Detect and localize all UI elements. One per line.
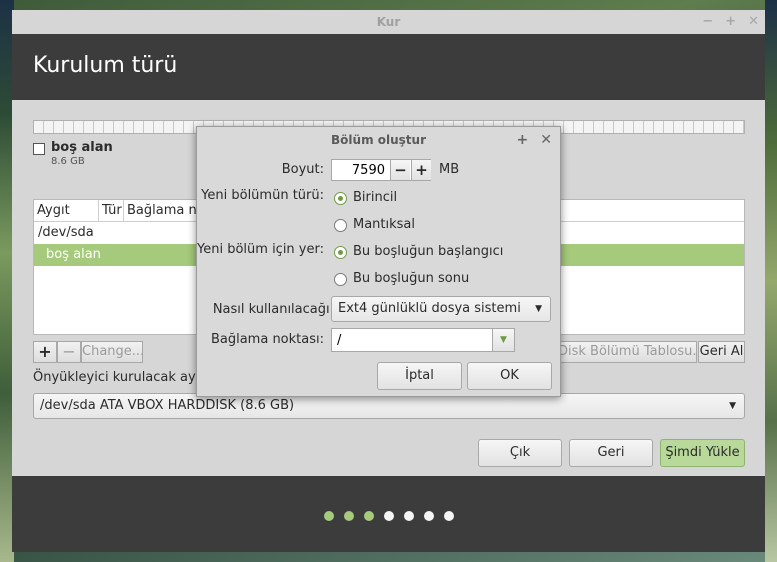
- change-partition-button[interactable]: Change...: [81, 341, 144, 363]
- new-partition-table-button[interactable]: Disk Bölümü Tablosu...: [557, 341, 697, 363]
- create-partition-dialog: Bölüm oluştur + ✕ Boyut: − + MB Yeni böl…: [196, 126, 561, 397]
- location-label: Yeni bölüm için yer:: [197, 242, 324, 257]
- dialog-title: Bölüm oluştur: [331, 133, 426, 147]
- progress-dot-pending: [443, 511, 454, 521]
- radio-unselected-icon: [334, 219, 347, 232]
- radio-location-start[interactable]: Bu boşluğun başlangıcı: [334, 244, 503, 259]
- minimize-icon[interactable]: −: [702, 10, 713, 34]
- progress-dot-completed: [343, 511, 354, 521]
- progress-dot-pending: [423, 511, 434, 521]
- column-header-device[interactable]: Aygıt: [34, 200, 99, 221]
- page-title: Kurulum türü: [33, 53, 178, 78]
- radio-logical-label: Mantıksal: [353, 217, 416, 232]
- window-titlebar[interactable]: Kur − + ✕: [12, 10, 765, 34]
- size-label: Boyut:: [281, 162, 324, 177]
- dialog-controls: + ✕: [517, 127, 552, 153]
- radio-selected-icon: [334, 246, 347, 259]
- mount-point-label: Bağlama noktası:: [210, 332, 324, 347]
- install-now-button[interactable]: Şimdi Yükle: [660, 439, 745, 467]
- legend-size: 8.6 GB: [51, 156, 85, 167]
- cancel-button[interactable]: İptal: [377, 362, 462, 390]
- progress-dot-pending: [383, 511, 394, 521]
- radio-unselected-icon: [334, 273, 347, 286]
- back-button[interactable]: Geri: [569, 439, 653, 467]
- radio-primary[interactable]: Birincil: [334, 190, 397, 205]
- progress-dot-pending: [403, 511, 414, 521]
- chevron-down-icon: ▼: [729, 401, 736, 411]
- radio-location-end[interactable]: Bu boşluğun sonu: [334, 271, 469, 286]
- ok-button[interactable]: OK: [467, 362, 552, 390]
- dialog-titlebar[interactable]: Bölüm oluştur + ✕: [197, 127, 560, 153]
- window-title: Kur: [376, 15, 401, 29]
- size-spinbox[interactable]: − +: [331, 159, 431, 181]
- footer: [12, 476, 765, 552]
- remove-partition-button[interactable]: −: [57, 341, 81, 363]
- filesystem-select[interactable]: Ext4 günlüklü dosya sistemi ▼: [331, 296, 551, 322]
- progress-dot-completed: [323, 511, 334, 521]
- mount-point-input[interactable]: [332, 329, 482, 351]
- maximize-icon[interactable]: +: [517, 127, 529, 153]
- radio-logical[interactable]: Mantıksal: [334, 217, 415, 232]
- close-icon[interactable]: ✕: [748, 10, 759, 34]
- close-icon[interactable]: ✕: [540, 127, 552, 153]
- chevron-down-icon: ▼: [535, 304, 542, 314]
- quit-button[interactable]: Çık: [478, 439, 562, 467]
- decrease-size-button[interactable]: −: [390, 160, 410, 180]
- radio-location-end-label: Bu boşluğun sonu: [353, 271, 470, 286]
- column-header-mount[interactable]: Bağlama no: [124, 200, 199, 221]
- progress-dots: [12, 510, 765, 525]
- maximize-icon[interactable]: +: [725, 10, 736, 34]
- page-header: Kurulum türü: [12, 34, 765, 100]
- radio-location-start-label: Bu boşluğun başlangıcı: [353, 244, 504, 259]
- bootloader-device-value: /dev/sda ATA VBOX HARDDISK (8.6 GB): [40, 398, 295, 413]
- size-unit: MB: [439, 162, 460, 177]
- window-controls: − + ✕: [702, 10, 759, 34]
- column-header-type[interactable]: Tür: [99, 200, 124, 221]
- revert-button[interactable]: Geri Al: [698, 341, 745, 363]
- add-partition-button[interactable]: +: [33, 341, 57, 363]
- desktop-background-right: [765, 0, 777, 562]
- chevron-down-icon[interactable]: ▼: [492, 329, 514, 351]
- filesystem-value: Ext4 günlüklü dosya sistemi: [338, 301, 521, 316]
- mount-point-combo[interactable]: ▼: [331, 328, 515, 352]
- legend-swatch: [33, 143, 45, 155]
- size-input[interactable]: [332, 160, 389, 180]
- partition-type-label: Yeni bölümün türü:: [201, 188, 324, 203]
- progress-dot-completed: [363, 511, 374, 521]
- legend-name: boş alan: [51, 140, 113, 155]
- bootloader-label: Önyükleyici kurulacak aygı: [33, 370, 208, 385]
- use-as-label: Nasıl kullanılacağı:: [212, 302, 334, 317]
- radio-primary-label: Birincil: [353, 190, 398, 205]
- increase-size-button[interactable]: +: [411, 160, 431, 180]
- radio-selected-icon: [334, 192, 347, 205]
